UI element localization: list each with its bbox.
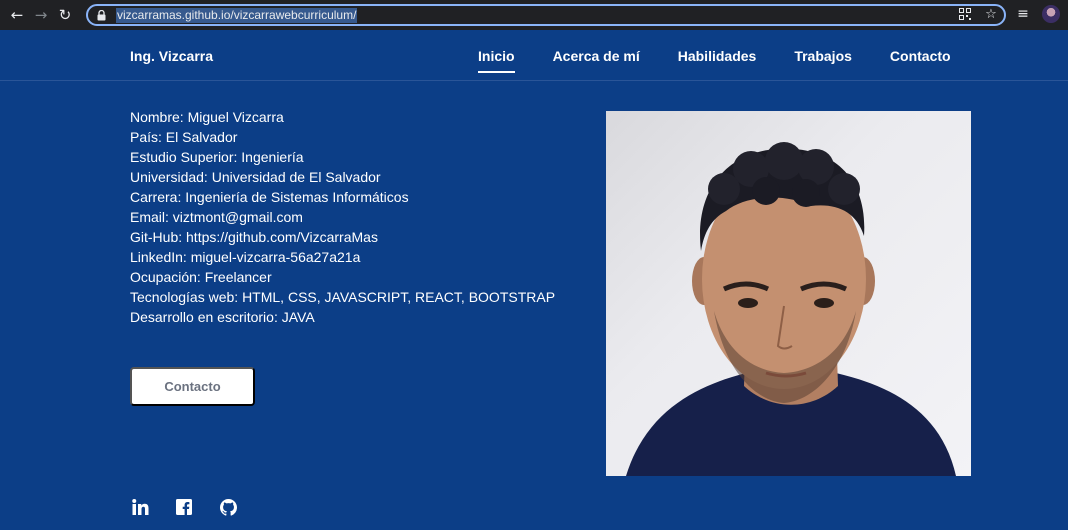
info-linkedin: LinkedIn: miguel-vizcarra-56a27a21a — [130, 249, 361, 265]
browser-toolbar: ← → ↻ vizcarramas.github.io/vizcarrawebc… — [0, 0, 1068, 30]
menu-item-habilidades[interactable]: Habilidades — [678, 48, 757, 64]
address-bar[interactable]: vizcarramas.github.io/vizcarrawebcurricu… — [86, 4, 1006, 26]
site-header: Ing. Vizcarra Inicio Acerca de mí Habili… — [0, 30, 1068, 81]
linkedin-icon[interactable] — [131, 498, 149, 516]
info-career: Carrera: Ingeniería de Sistemas Informát… — [130, 189, 409, 205]
menu-item-contacto[interactable]: Contacto — [890, 48, 951, 64]
menu-item-inicio[interactable]: Inicio — [478, 48, 515, 73]
info-country: País: El Salvador — [130, 129, 238, 145]
url-text[interactable]: vizcarramas.github.io/vizcarrawebcurricu… — [116, 7, 358, 23]
contact-button[interactable]: Contacto — [130, 367, 255, 406]
main-menu: Inicio Acerca de mí Habilidades Trabajos… — [478, 48, 989, 73]
back-arrow-icon[interactable]: ← — [6, 4, 28, 26]
profile-avatar[interactable] — [1042, 5, 1060, 23]
github-icon[interactable] — [219, 498, 237, 516]
info-github: Git-Hub: https://github.com/VizcarraMas — [130, 229, 378, 245]
social-links — [131, 498, 263, 516]
reload-icon[interactable]: ↻ — [54, 4, 76, 26]
forward-arrow-icon[interactable]: → — [30, 4, 52, 26]
info-desktop-dev: Desarrollo en escritorio: JAVA — [130, 309, 315, 325]
reading-list-icon[interactable]: ≡ — [1014, 5, 1032, 23]
info-studies: Estudio Superior: Ingeniería — [130, 149, 304, 165]
facebook-icon[interactable] — [175, 498, 193, 516]
menu-item-acerca[interactable]: Acerca de mí — [553, 48, 640, 64]
info-university: Universidad: Universidad de El Salvador — [130, 169, 381, 185]
info-email: Email: viztmont@gmail.com — [130, 209, 303, 225]
menu-item-trabajos[interactable]: Trabajos — [794, 48, 852, 64]
info-web-tech: Tecnologías web: HTML, CSS, JAVASCRIPT, … — [130, 289, 556, 305]
info-occupation: Ocupación: Freelancer — [130, 269, 272, 285]
bookmark-star-icon[interactable]: ☆ — [984, 8, 998, 22]
info-name: Nombre: Miguel Vizcarra — [130, 109, 284, 125]
profile-info: Nombre: Miguel Vizcarra País: El Salvado… — [130, 107, 555, 327]
qr-code-icon[interactable] — [958, 8, 972, 22]
lock-icon — [96, 9, 106, 21]
profile-photo — [606, 111, 971, 476]
brand-name[interactable]: Ing. Vizcarra — [130, 48, 213, 64]
